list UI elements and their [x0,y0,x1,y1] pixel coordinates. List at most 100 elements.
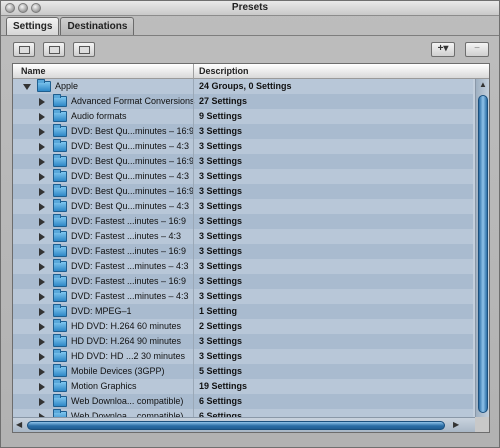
disclosure-closed-icon[interactable] [39,308,45,316]
header-name[interactable]: Name [21,66,46,76]
folder-icon [53,364,67,377]
column-separator [193,214,194,229]
disclosure-closed-icon[interactable] [39,113,45,121]
resize-corner[interactable] [475,417,489,432]
add-button[interactable]: +▾ [431,42,455,57]
row-name: DVD: MPEG–1 [71,306,132,316]
disclosure-closed-icon[interactable] [39,353,45,361]
column-separator [193,199,194,214]
disclosure-closed-icon[interactable] [39,143,45,151]
disclosure-closed-icon[interactable] [39,203,45,211]
table-row[interactable]: DVD: Fastest ...inutes – 4:3 3 Settings [13,229,473,244]
table-row[interactable]: DVD: Best Qu...minutes – 4:3 3 Settings [13,139,473,154]
table-row[interactable]: DVD: Fastest ...minutes – 4:3 3 Settings [13,259,473,274]
disclosure-closed-icon[interactable] [39,218,45,226]
table-row[interactable]: HD DVD: HD ...2 30 minutes 3 Settings [13,349,473,364]
disclosure-closed-icon[interactable] [39,263,45,271]
row-description: 27 Settings [199,96,248,106]
vertical-scroll-thumb[interactable] [478,95,488,413]
table-row[interactable]: Mobile Devices (3GPP) 5 Settings [13,364,473,379]
disclosure-closed-icon[interactable] [39,233,45,241]
disclosure-closed-icon[interactable] [39,323,45,331]
scroll-up-icon[interactable]: ▲ [479,80,487,89]
table-row[interactable]: HD DVD: H.264 90 minutes 3 Settings [13,334,473,349]
scroll-left-icon[interactable]: ◀ [16,420,22,429]
presets-window: Presets Settings Destinations +▾ − Name … [0,0,500,448]
row-name: DVD: Best Qu...minutes – 16:9 [71,126,195,136]
folder-icon [53,139,67,152]
table-row[interactable]: Web Downloa... compatible) 6 Settings [13,409,473,417]
folder-icon [53,244,67,257]
table-row[interactable]: DVD: Best Qu...minutes – 16:9 3 Settings [13,124,473,139]
table-row[interactable]: DVD: Best Qu...minutes – 4:3 3 Settings [13,199,473,214]
table-row[interactable]: DVD: Fastest ...inutes – 16:9 3 Settings [13,244,473,259]
row-name: DVD: Best Qu...minutes – 4:3 [71,201,190,211]
row-description: 3 Settings [199,261,243,271]
header-description[interactable]: Description [199,66,249,76]
disclosure-closed-icon[interactable] [39,293,45,301]
disclosure-closed-icon[interactable] [39,158,45,166]
copy-button[interactable] [73,42,95,57]
table-row[interactable]: DVD: MPEG–1 1 Setting [13,304,473,319]
table-row[interactable]: DVD: Best Qu...minutes – 4:3 3 Settings [13,169,473,184]
column-separator [193,109,194,124]
table-row[interactable]: Advanced Format Conversions 27 Settings [13,94,473,109]
disclosure-closed-icon[interactable] [39,188,45,196]
table-row[interactable]: DVD: Best Qu...minutes – 16:9 3 Settings [13,184,473,199]
disclosure-closed-icon[interactable] [39,398,45,406]
row-description: 5 Settings [199,366,243,376]
table-row[interactable]: DVD: Fastest ...inutes – 16:9 3 Settings [13,274,473,289]
folder-icon [53,379,67,392]
table-row[interactable]: Web Downloa... compatible) 6 Settings [13,394,473,409]
table-row[interactable]: Motion Graphics 19 Settings [13,379,473,394]
folder-icon [37,79,51,92]
scroll-right-icon[interactable]: ▶ [453,420,459,429]
row-name: HD DVD: HD ...2 30 minutes [71,351,186,361]
row-name: Apple [55,81,79,91]
disclosure-closed-icon[interactable] [39,248,45,256]
column-header: Name Description [13,64,489,79]
new-folder-icon [18,46,30,54]
row-name: Mobile Devices (3GPP) [71,366,165,376]
row-name: DVD: Fastest ...minutes – 4:3 [71,261,189,271]
disclosure-closed-icon[interactable] [39,98,45,106]
row-name: DVD: Fastest ...inutes – 16:9 [71,246,187,256]
table-row[interactable]: DVD: Best Qu...minutes – 16:9 3 Settings [13,154,473,169]
remove-button[interactable]: − [465,42,489,57]
duplicate-button[interactable] [43,42,65,57]
tab-destinations[interactable]: Destinations [60,17,135,35]
disclosure-closed-icon[interactable] [39,383,45,391]
disclosure-closed-icon[interactable] [39,338,45,346]
column-separator [193,94,194,109]
table-row[interactable]: HD DVD: H.264 60 minutes 2 Settings [13,319,473,334]
disclosure-open-icon[interactable] [23,84,31,90]
disclosure-closed-icon[interactable] [39,368,45,376]
column-separator [193,274,194,289]
row-name: Motion Graphics [71,381,137,391]
title-bar[interactable]: Presets [1,1,499,16]
folder-icon [53,199,67,212]
tab-settings[interactable]: Settings [6,17,60,35]
row-description: 9 Settings [199,111,243,121]
disclosure-closed-icon[interactable] [39,278,45,286]
row-description: 3 Settings [199,126,243,136]
column-separator [193,244,194,259]
horizontal-scroll-thumb[interactable] [27,421,445,430]
horizontal-scrollbar[interactable]: ◀ ▶ [13,417,475,432]
disclosure-closed-icon[interactable] [39,173,45,181]
new-folder-button[interactable] [13,42,35,57]
row-description: 3 Settings [199,141,243,151]
row-name: DVD: Fastest ...inutes – 4:3 [71,231,182,241]
row-name: HD DVD: H.264 60 minutes [71,321,182,331]
table-row[interactable]: DVD: Fastest ...minutes – 4:3 3 Settings [13,289,473,304]
column-separator [193,334,194,349]
disclosure-closed-icon[interactable] [39,128,45,136]
table-row[interactable]: Apple 24 Groups, 0 Settings [13,79,473,94]
table-row[interactable]: DVD: Fastest ...inutes – 16:9 3 Settings [13,214,473,229]
column-separator [193,139,194,154]
duplicate-icon [48,46,60,54]
column-separator [193,259,194,274]
vertical-scrollbar[interactable]: ▲ [475,79,489,417]
window-title: Presets [231,2,269,13]
table-row[interactable]: Audio formats 9 Settings [13,109,473,124]
